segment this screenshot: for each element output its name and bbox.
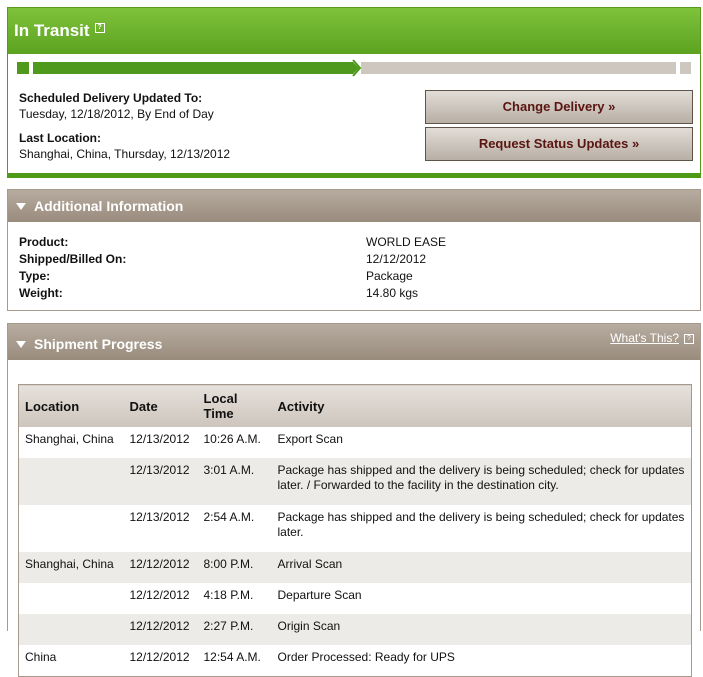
shipment-progress-title-text: Shipment Progress xyxy=(34,336,163,352)
in-transit-panel: In Transit? Scheduled Delivery Updated T… xyxy=(7,7,701,178)
cell-location xyxy=(18,458,124,505)
product-value: WORLD EASE xyxy=(366,235,447,249)
cell-location: China xyxy=(25,650,57,664)
shipment-progress-title: Shipment Progress xyxy=(16,336,162,352)
transit-title: In Transit? xyxy=(14,21,105,41)
table-row: 12/12/2012 4:18 P.M. Departure Scan xyxy=(19,583,692,614)
column-header-local-time: Local Time xyxy=(197,384,272,427)
collapse-triangle-icon xyxy=(16,340,26,348)
shipment-progress-header[interactable]: Shipment Progress What's This?? xyxy=(8,324,700,360)
progress-remaining-segment xyxy=(361,62,676,74)
request-status-updates-button[interactable]: Request Status Updates » xyxy=(425,127,693,161)
cell-activity: Package has shipped and the delivery is … xyxy=(271,458,692,505)
delivery-progress-bar xyxy=(17,59,691,77)
table-row: 12/13/2012 2:54 A.M. Package has shipped… xyxy=(19,505,692,552)
cell-time: 2:54 A.M. xyxy=(203,510,255,524)
table-header-row: Location Date Local Time Activity xyxy=(18,384,692,427)
cell-time: 2:27 P.M. xyxy=(197,614,272,645)
local-time-header-line2: Time xyxy=(203,406,234,421)
column-header-location: Location xyxy=(18,384,124,427)
cell-activity: Arrival Scan xyxy=(271,552,692,583)
cell-location xyxy=(18,614,124,645)
table-row: China 12/12/2012 12:54 A.M. Order Proces… xyxy=(19,645,692,677)
progress-start-segment xyxy=(17,62,29,74)
progress-arrow-icon xyxy=(347,59,361,77)
additional-information-header[interactable]: Additional Information xyxy=(8,190,700,222)
column-header-activity: Activity xyxy=(271,384,692,427)
whats-this-link[interactable]: What's This? xyxy=(610,331,679,345)
cell-activity: Package has shipped and the delivery is … xyxy=(277,510,685,539)
additional-information-title-text: Additional Information xyxy=(34,198,184,214)
type-label: Type: xyxy=(19,269,51,283)
cell-date: 12/13/2012 xyxy=(123,458,198,505)
last-location-label: Last Location: xyxy=(19,131,102,145)
cell-time: 3:01 A.M. xyxy=(197,458,272,505)
shipment-progress-table: Location Date Local Time Activity Shangha… xyxy=(18,384,692,677)
whats-this-link-wrap[interactable]: What's This?? xyxy=(610,331,694,345)
cell-location xyxy=(19,583,124,614)
cell-location: Shanghai, China xyxy=(18,552,124,583)
cell-date: 12/12/2012 xyxy=(123,614,198,645)
additional-information-panel: Additional Information Product: WORLD EA… xyxy=(7,189,701,311)
table-row: 12/12/2012 2:27 P.M. Origin Scan xyxy=(18,614,692,645)
cell-location xyxy=(19,505,124,552)
cell-date: 12/13/2012 xyxy=(129,510,190,524)
column-header-date: Date xyxy=(123,384,198,427)
progress-end-segment xyxy=(680,62,691,74)
type-value: Package xyxy=(366,269,413,283)
cell-time: 10:26 A.M. xyxy=(203,432,261,446)
last-location-value: Shanghai, China, Thursday, 12/13/2012 xyxy=(19,147,231,161)
progress-completed-segment xyxy=(33,62,351,74)
additional-information-title: Additional Information xyxy=(16,198,183,214)
local-time-header-line1: Local xyxy=(203,391,238,406)
cell-activity: Export Scan xyxy=(277,432,343,446)
cell-date: 12/12/2012 xyxy=(129,650,190,664)
cell-activity: Origin Scan xyxy=(271,614,692,645)
shipped-billed-on-label: Shipped/Billed On: xyxy=(19,252,127,266)
cell-time: 12:54 A.M. xyxy=(203,650,261,664)
change-delivery-button[interactable]: Change Delivery » xyxy=(425,90,693,124)
shipped-billed-on-value: 12/12/2012 xyxy=(366,252,427,266)
table-row: Shanghai, China 12/12/2012 8:00 P.M. Arr… xyxy=(18,552,692,583)
cell-date: 12/12/2012 xyxy=(129,588,190,602)
product-label: Product: xyxy=(19,235,69,249)
cell-date: 12/12/2012 xyxy=(123,552,198,583)
help-icon[interactable]: ? xyxy=(684,334,694,344)
transit-title-text: In Transit xyxy=(14,21,90,40)
cell-location: Shanghai, China xyxy=(25,432,114,446)
cell-time: 4:18 P.M. xyxy=(203,588,254,602)
table-row: Shanghai, China 12/13/2012 10:26 A.M. Ex… xyxy=(19,427,692,458)
weight-label: Weight: xyxy=(19,286,63,300)
cell-activity: Order Processed: Ready for UPS xyxy=(277,650,455,664)
scheduled-delivery-label: Scheduled Delivery Updated To: xyxy=(19,91,203,105)
cell-time: 8:00 P.M. xyxy=(197,552,272,583)
help-icon[interactable]: ? xyxy=(94,23,105,33)
weight-value: 14.80 kgs xyxy=(366,286,419,300)
cell-date: 12/13/2012 xyxy=(129,432,190,446)
cell-activity: Departure Scan xyxy=(277,588,362,602)
transit-header: In Transit? xyxy=(8,8,700,54)
table-row: 12/13/2012 3:01 A.M. Package has shipped… xyxy=(18,458,692,505)
shipment-progress-panel: Shipment Progress What's This?? Location… xyxy=(7,323,701,677)
scheduled-delivery-value: Tuesday, 12/18/2012, By End of Day xyxy=(19,107,214,121)
collapse-triangle-icon xyxy=(16,202,26,210)
